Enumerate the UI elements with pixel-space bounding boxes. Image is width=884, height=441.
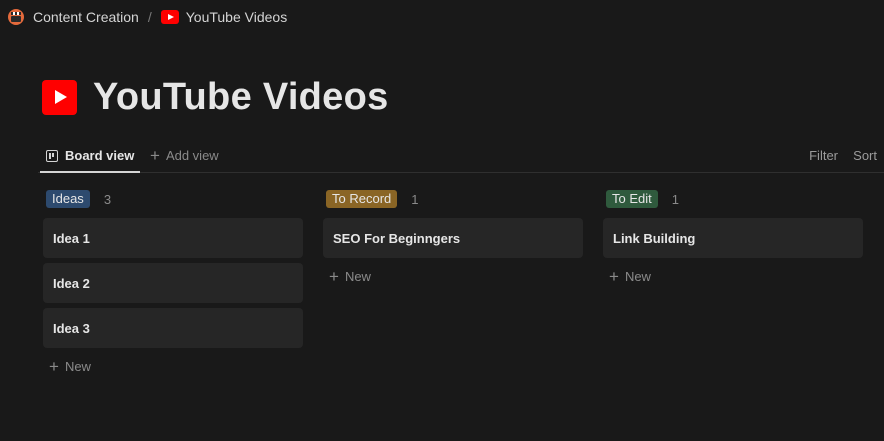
tab-board-view-label: Board view (65, 148, 135, 163)
new-card-label: New (344, 268, 371, 284)
board-card[interactable]: SEO For Beginngers (323, 218, 583, 258)
filter-button[interactable]: Filter (809, 140, 838, 171)
board-card[interactable]: Link Building (603, 218, 863, 258)
column-count: 1 (671, 191, 679, 207)
page: Content Creation / YouTube Videos YouTub… (0, 0, 884, 441)
add-view-button[interactable]: + Add view (150, 140, 219, 171)
breadcrumb-parent-label: Content Creation (33, 9, 139, 25)
board-column-to-record: To Record 1 SEO For Beginngers + New (323, 188, 583, 294)
breadcrumb-separator: / (147, 9, 152, 25)
status-tag-to-edit[interactable]: To Edit (606, 190, 658, 208)
breadcrumb: Content Creation / YouTube Videos (8, 7, 287, 27)
board-card[interactable]: Idea 3 (43, 308, 303, 348)
plus-icon: + (329, 266, 339, 286)
view-bar: Board view + Add view Filter Sort (38, 140, 884, 173)
plus-icon: + (150, 146, 160, 165)
sort-button[interactable]: Sort (853, 140, 877, 171)
column-header: Ideas 3 (46, 188, 303, 210)
status-tag-ideas[interactable]: Ideas (46, 190, 90, 208)
new-card-button[interactable]: + New (323, 258, 583, 294)
column-header: To Edit 1 (606, 188, 863, 210)
board-column-ideas: Ideas 3 Idea 1 Idea 2 Idea 3 + New (43, 188, 303, 384)
board-icon (46, 149, 58, 162)
breadcrumb-current[interactable]: YouTube Videos (160, 9, 288, 25)
page-title[interactable]: YouTube Videos (93, 76, 389, 119)
new-card-label: New (64, 358, 91, 374)
column-count: 1 (411, 191, 419, 207)
column-count: 3 (103, 191, 112, 207)
youtube-icon[interactable] (42, 80, 77, 115)
status-tag-to-record[interactable]: To Record (326, 190, 398, 208)
board-column-to-edit: To Edit 1 Link Building + New (603, 188, 863, 294)
new-card-button[interactable]: + New (43, 348, 303, 384)
tab-board-view[interactable]: Board view (40, 140, 141, 173)
plus-icon: + (609, 266, 619, 286)
title-row: YouTube Videos (42, 76, 389, 119)
clapperboard-icon (8, 9, 24, 25)
breadcrumb-parent[interactable]: Content Creation (8, 9, 139, 25)
plus-icon: + (49, 356, 59, 376)
new-card-label: New (624, 268, 651, 284)
new-card-button[interactable]: + New (603, 258, 863, 294)
youtube-icon (160, 10, 179, 24)
add-view-label: Add view (165, 148, 219, 163)
board-card[interactable]: Idea 2 (43, 263, 303, 303)
column-header: To Record 1 (326, 188, 583, 210)
board-card[interactable]: Idea 1 (43, 218, 303, 258)
breadcrumb-current-label: YouTube Videos (185, 9, 288, 25)
